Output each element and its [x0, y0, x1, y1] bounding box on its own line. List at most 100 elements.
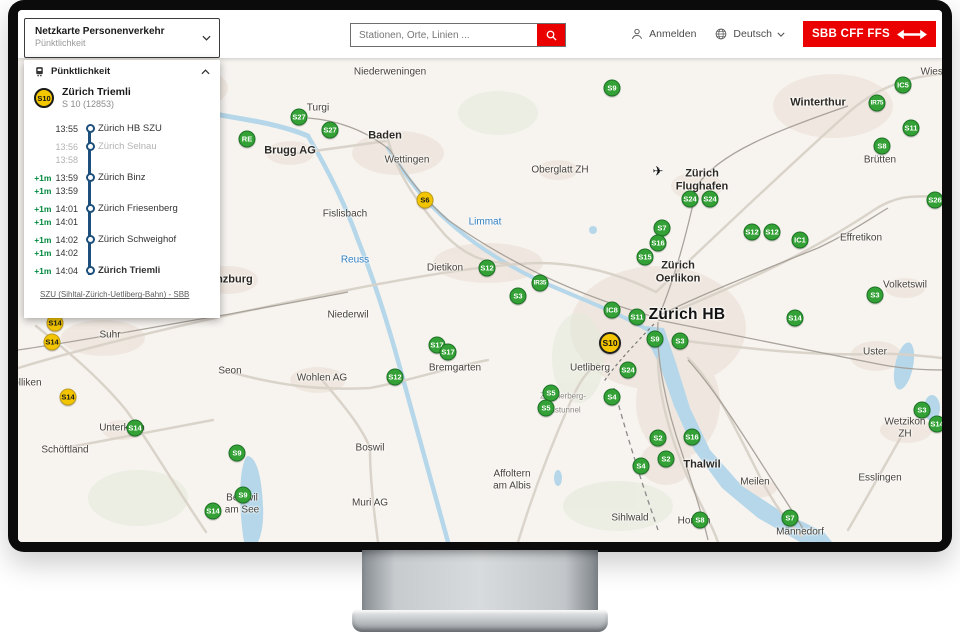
train-line-marker[interactable]: S15	[637, 249, 654, 266]
login-button[interactable]: Anmelden	[630, 27, 696, 41]
train-line-marker[interactable]: S26	[927, 192, 943, 209]
stops-list: 13:55Zürich HB SZU 13:56 13:58 Zürich Selna…	[32, 120, 212, 284]
train-line-marker[interactable]: IC1	[792, 232, 809, 249]
train-line-marker[interactable]: IR35	[532, 275, 549, 292]
train-line-marker[interactable]: S17	[440, 344, 457, 361]
train-line-marker[interactable]: S3	[867, 287, 884, 304]
chevron-down-icon	[777, 32, 785, 37]
language-label: Deutsch	[733, 28, 772, 40]
monitor-frame: NiederweningenTurgiBadenBrugg AGWettinge…	[8, 0, 952, 552]
train-line-marker[interactable]: S9	[647, 331, 664, 348]
stop-row: +1m14:04Zürich Triemli	[32, 264, 212, 277]
train-line-marker[interactable]: S8	[692, 512, 709, 529]
train-id: S 10 (12853)	[62, 99, 131, 110]
stop-row: +1m14:01+1m14:01Zürich Friesenberg	[32, 202, 212, 228]
stop-dot	[86, 235, 95, 244]
train-line-marker[interactable]: S3	[672, 333, 689, 350]
train-line-marker[interactable]: S24	[702, 191, 719, 208]
stop-row: +1m14:02+1m14:02Zürich Schweighof	[32, 233, 212, 259]
train-line-marker[interactable]: RE	[239, 131, 256, 148]
sbb-logo-text: SBB CFF FFS	[812, 28, 890, 40]
panel-header[interactable]: Pünktlichkeit	[32, 66, 212, 81]
train-line-marker[interactable]: S9	[235, 487, 252, 504]
stop-time: 13:56	[55, 142, 78, 152]
train-line-marker[interactable]: S2	[658, 451, 675, 468]
train-line-marker[interactable]: S14	[60, 389, 77, 406]
train-line-marker[interactable]: S12	[744, 224, 761, 241]
stop-time: 14:01	[55, 217, 78, 227]
train-line-marker[interactable]: S11	[629, 309, 646, 326]
stop-name: Zürich Selnau	[98, 140, 212, 152]
train-line-marker[interactable]: S9	[604, 80, 621, 97]
stop-name: Zürich Friesenberg	[98, 202, 212, 214]
train-line-marker[interactable]: S6	[417, 192, 434, 209]
train-line-marker[interactable]: S4	[604, 389, 621, 406]
train-line-marker[interactable]: S16	[650, 235, 667, 252]
train-line-marker[interactable]: S8	[874, 138, 891, 155]
stop-dot	[86, 173, 95, 182]
train-summary-text: Zürich Triemli S 10 (12853)	[62, 86, 131, 110]
delay-label: +1m	[34, 186, 51, 196]
train-line-marker[interactable]: S16	[684, 429, 701, 446]
stop-row: 13:56 13:58 Zürich Selnau	[32, 140, 212, 166]
delay-label: +1m	[34, 217, 51, 227]
search-input[interactable]	[351, 24, 537, 46]
layer-subtitle: Pünktlichkeit	[35, 38, 165, 50]
stop-dot	[86, 204, 95, 213]
train-icon	[34, 66, 45, 77]
train-line-marker[interactable]: S12	[387, 369, 404, 386]
train-line-marker[interactable]: S14	[787, 310, 804, 327]
chevron-up-icon[interactable]	[201, 69, 210, 75]
train-line-marker[interactable]: S12	[479, 260, 496, 277]
delay-label: +1m	[34, 248, 51, 258]
train-line-marker[interactable]: S12	[764, 224, 781, 241]
stop-time: 14:04	[55, 266, 78, 276]
stop-time: 13:59	[55, 186, 78, 196]
operator-link[interactable]: SZU (Sihltal-Zürich-Uetliberg-Bahn) - SB…	[40, 290, 189, 299]
train-line-marker[interactable]: S14	[44, 334, 61, 351]
train-line-marker[interactable]: S14	[205, 503, 222, 520]
train-line-marker[interactable]: S2	[650, 430, 667, 447]
search-icon	[545, 29, 558, 42]
stop-name: Zürich Binz	[98, 171, 212, 183]
train-line-marker[interactable]: S14	[929, 416, 943, 433]
train-line-marker[interactable]: S27	[291, 109, 308, 126]
map-layer-dropdown-text: Netzkarte Personenverkehr Pünktlichkeit	[35, 25, 165, 50]
login-label: Anmelden	[649, 28, 696, 40]
train-line-marker[interactable]: S5	[538, 400, 555, 417]
stop-name: Zürich HB SZU	[98, 122, 212, 134]
app-window: NiederweningenTurgiBadenBrugg AGWettinge…	[18, 10, 942, 542]
language-selector[interactable]: Deutsch	[714, 27, 785, 41]
stop-time: 13:59	[55, 173, 78, 183]
train-line-marker[interactable]: IC8	[604, 302, 621, 319]
sbb-logo: SBB CFF FFS	[803, 21, 936, 47]
train-name: Zürich Triemli	[62, 86, 131, 99]
punctuality-panel: Pünktlichkeit S10 Zürich Triemli S 10 (1…	[24, 60, 220, 318]
delay-label: +1m	[34, 266, 51, 276]
train-line-marker[interactable]: S10	[599, 332, 621, 354]
stop-dot	[86, 266, 95, 275]
train-line-marker[interactable]: S9	[229, 445, 246, 462]
train-line-marker[interactable]: S24	[682, 191, 699, 208]
train-line-marker[interactable]: S11	[903, 120, 920, 137]
train-line-marker[interactable]: S4	[633, 458, 650, 475]
globe-icon	[714, 27, 728, 41]
stop-dot	[86, 142, 95, 151]
train-line-marker[interactable]: S7	[782, 510, 799, 527]
train-line-badge: S10	[34, 88, 54, 108]
stop-row: 13:55Zürich HB SZU	[32, 122, 212, 135]
search-button[interactable]	[537, 24, 565, 46]
train-line-marker[interactable]: S3	[914, 402, 931, 419]
train-line-marker[interactable]: S24	[620, 362, 637, 379]
stop-time: 13:58	[55, 155, 78, 165]
train-line-marker[interactable]: S27	[322, 122, 339, 139]
layer-title: Netzkarte Personenverkehr	[35, 25, 165, 38]
train-line-marker[interactable]: S3	[510, 288, 527, 305]
train-line-marker[interactable]: IR75	[869, 95, 886, 112]
stop-time: 14:01	[55, 204, 78, 214]
train-line-marker[interactable]: IC5	[895, 77, 912, 94]
train-line-marker[interactable]: S14	[127, 420, 144, 437]
map-layer-dropdown[interactable]: Netzkarte Personenverkehr Pünktlichkeit	[24, 18, 220, 58]
panel-title: Pünktlichkeit	[51, 66, 195, 77]
header-right-group: Anmelden Deutsch SBB	[630, 10, 936, 58]
